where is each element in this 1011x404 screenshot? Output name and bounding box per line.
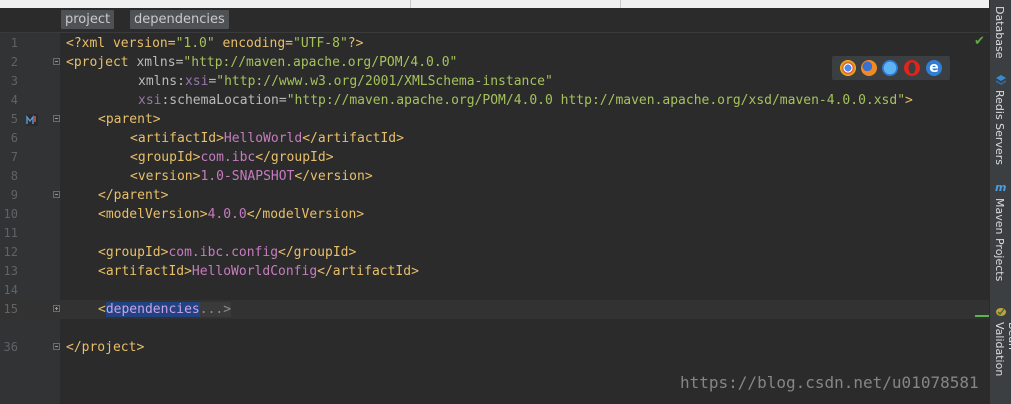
fold-toggle[interactable] [53, 343, 60, 350]
breadcrumb-project[interactable]: project [61, 10, 115, 29]
window-top-strip [0, 0, 989, 8]
line-number: 3 [10, 74, 18, 88]
fold-toggle[interactable] [53, 191, 60, 198]
code-text: <artifactId>HelloWorld</artifactId> [130, 131, 404, 146]
fold-toggle[interactable] [53, 58, 60, 65]
inspection-ok-icon[interactable]: ✔ [974, 34, 985, 49]
line-number: 36 [3, 340, 18, 354]
line-number: 1 [10, 36, 18, 50]
code-text: <version>1.0-SNAPSHOT</version> [130, 169, 373, 184]
line-number: 15 [3, 302, 18, 316]
line-number: 2 [10, 55, 18, 69]
code-text: <modelVersion>4.0.0</modelVersion> [98, 207, 365, 222]
right-tool-window-bar: Database Redis Servers m Maven Projects … [989, 0, 1011, 404]
line-number: 6 [10, 131, 18, 145]
chrome-icon[interactable] [840, 60, 856, 76]
code-line: 13 <artifactId>HelloWorldConfig</artifac… [0, 262, 989, 281]
selected-text[interactable]: dependencies [105, 302, 200, 317]
fold-toggle[interactable] [53, 305, 60, 312]
line-number: 4 [10, 93, 18, 107]
code-line: 14 [0, 281, 989, 300]
bean-validation-icon [996, 308, 1006, 316]
line-number: 14 [3, 283, 18, 297]
opera-icon[interactable] [904, 60, 920, 76]
code-line: 5 <parent> [0, 110, 989, 129]
line-number: 7 [10, 150, 18, 164]
code-text: <groupId>com.ibc.config</groupId> [98, 245, 357, 260]
breadcrumb-dependencies[interactable]: dependencies [130, 10, 229, 29]
redis-icon [996, 75, 1006, 85]
code-line: 10 <modelVersion>4.0.0</modelVersion> [0, 205, 989, 224]
top-strip-divider [410, 0, 411, 8]
code-text: </project> [66, 340, 145, 355]
code-line: 4 xsi:schemaLocation="http://maven.apach… [0, 91, 989, 110]
tool-tab-bean-validation[interactable]: Bean Validation [993, 322, 1011, 404]
code-line: 6 <artifactId>HelloWorld</artifactId> [0, 129, 989, 148]
breadcrumb: project dependencies [0, 8, 989, 33]
code-line: 1 <?xml version="1.0" encoding="UTF-8"?> [0, 34, 989, 53]
line-number: 9 [10, 188, 18, 202]
code-text: <artifactId>HelloWorldConfig</artifactId… [98, 264, 419, 279]
code-line: 9 </parent> [0, 186, 989, 205]
tool-tab-redis-servers[interactable]: Redis Servers [993, 90, 1006, 165]
browser-preview-bar: e [832, 56, 950, 80]
watermark-text: https://blog.csdn.net/u01078581 [680, 373, 979, 392]
code-text: <project xmlns="http://maven.apache.org/… [66, 55, 458, 70]
fold-toggle[interactable] [53, 115, 60, 122]
line-number: 10 [3, 207, 18, 221]
code-text: xmlns:xsi="http://www.w3.org/2001/XMLSch… [138, 74, 553, 89]
line-number: 5 [10, 112, 18, 126]
top-strip-divider [620, 0, 621, 8]
code-line: 7 <groupId>com.ibc</groupId> [0, 148, 989, 167]
code-text: <parent> [98, 112, 161, 127]
line-number: 11 [3, 226, 18, 240]
code-line: 8 <version>1.0-SNAPSHOT</version> [0, 167, 989, 186]
code-line: 36 </project> [0, 338, 989, 357]
code-text: <groupId>com.ibc</groupId> [130, 150, 334, 165]
code-line: 12 <groupId>com.ibc.config</groupId> [0, 243, 989, 262]
change-marker [975, 315, 989, 317]
code-text: <?xml version="1.0" encoding="UTF-8"?> [66, 36, 364, 51]
code-text: xsi:schemaLocation="http://maven.apache.… [138, 93, 913, 108]
code-line: 11 [0, 224, 989, 243]
code-line-current: 15 <dependencies...> [0, 300, 989, 319]
code-text: </parent> [98, 188, 169, 203]
firefox-icon[interactable] [861, 60, 877, 76]
line-number: 8 [10, 169, 18, 183]
tool-tab-database[interactable]: Database [993, 6, 1006, 59]
safari-icon[interactable] [882, 60, 898, 76]
internet-explorer-icon[interactable]: e [926, 60, 942, 76]
line-number: 12 [3, 245, 18, 259]
folded-region[interactable]: ...> [199, 302, 232, 317]
code-text: <dependencies...> [98, 302, 232, 317]
line-number: 13 [3, 264, 18, 278]
maven-icon: m [995, 181, 1007, 194]
tool-tab-maven-projects[interactable]: Maven Projects [993, 198, 1006, 281]
